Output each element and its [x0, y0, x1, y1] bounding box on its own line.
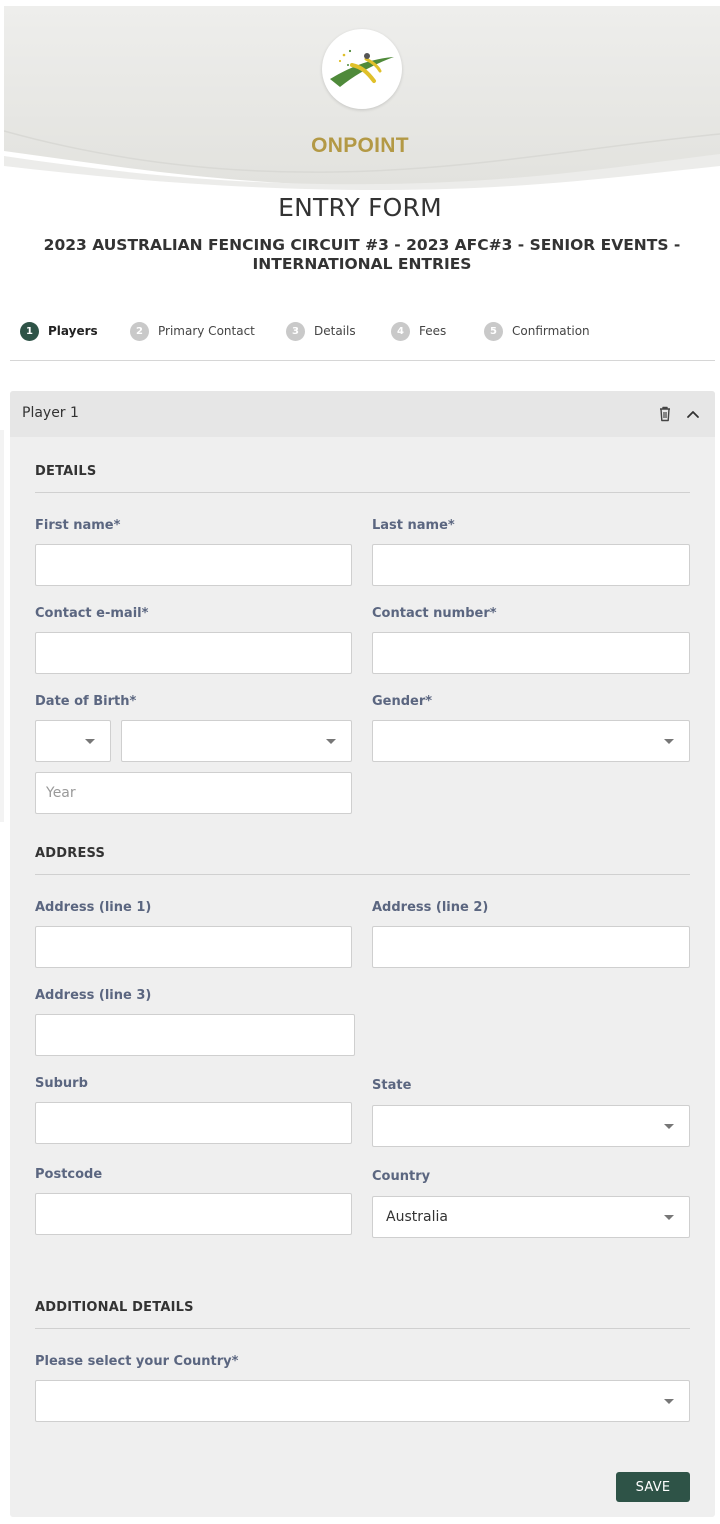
additional-details-heading: ADDITIONAL DETAILS: [35, 1300, 194, 1315]
address-line3-field[interactable]: [35, 1014, 355, 1056]
address-line1-label: Address (line 1): [35, 900, 152, 915]
caret-down-icon: [85, 739, 95, 744]
brand-name: ONPOINT: [311, 134, 409, 157]
address-line1-field[interactable]: [35, 926, 352, 968]
select-country-label: Please select your Country*: [35, 1354, 239, 1369]
save-button[interactable]: SAVE: [616, 1472, 690, 1502]
caret-down-icon: [664, 1399, 674, 1404]
dob-year-field[interactable]: [35, 772, 352, 814]
country-label: Country: [372, 1169, 431, 1184]
select-country-select[interactable]: [35, 1380, 690, 1422]
player-panel-header[interactable]: Player 1: [10, 391, 715, 437]
step-label: Confirmation: [512, 324, 590, 338]
caret-down-icon: [664, 1215, 674, 1220]
phone-field[interactable]: [372, 632, 690, 674]
address-line3-label: Address (line 3): [35, 988, 152, 1003]
address-line2-field[interactable]: [372, 926, 690, 968]
dob-day-select[interactable]: [35, 720, 111, 762]
chevron-up-icon[interactable]: [684, 405, 702, 423]
additional-details-divider: [35, 1328, 690, 1329]
page-title: ENTRY FORM: [278, 193, 442, 222]
event-title: 2023 AUSTRALIAN FENCING CIRCUIT #3 - 202…: [43, 236, 681, 273]
step-label: Fees: [419, 324, 447, 338]
step-number: 2: [130, 321, 149, 341]
onpoint-logo-icon: [322, 29, 402, 109]
email-field[interactable]: [35, 632, 352, 674]
address-heading: ADDRESS: [35, 846, 106, 861]
step-number: 4: [391, 321, 410, 341]
page-header: ONPOINT: [0, 0, 720, 190]
player-panel: Player 1 DETAILS First name* Last name* …: [10, 391, 715, 1517]
state-select[interactable]: [372, 1105, 690, 1147]
caret-down-icon: [664, 1124, 674, 1129]
postcode-label: Postcode: [35, 1167, 103, 1182]
step-number: 3: [286, 321, 305, 341]
trash-icon[interactable]: [655, 404, 675, 424]
last-name-label: Last name*: [372, 518, 455, 533]
side-strip: [0, 430, 4, 822]
step-number: 5: [484, 321, 503, 341]
details-divider: [35, 492, 690, 493]
country-value: Australia: [386, 1209, 448, 1225]
step-players[interactable]: 1 Players: [20, 320, 98, 342]
first-name-field[interactable]: [35, 544, 352, 586]
player-title: Player 1: [22, 405, 79, 421]
step-primary-contact[interactable]: 2 Primary Contact: [130, 320, 255, 342]
address-line2-label: Address (line 2): [372, 900, 489, 915]
email-label: Contact e-mail*: [35, 606, 149, 621]
caret-down-icon: [326, 739, 336, 744]
postcode-field[interactable]: [35, 1193, 352, 1235]
suburb-field[interactable]: [35, 1102, 352, 1144]
step-label: Details: [314, 324, 356, 338]
details-heading: DETAILS: [35, 464, 97, 479]
phone-label: Contact number*: [372, 606, 497, 621]
dob-month-select[interactable]: [121, 720, 352, 762]
last-name-field[interactable]: [372, 544, 690, 586]
step-label: Primary Contact: [158, 324, 255, 338]
first-name-label: First name*: [35, 518, 121, 533]
step-fees[interactable]: 4 Fees: [391, 320, 446, 342]
step-details[interactable]: 3 Details: [286, 320, 356, 342]
progress-stepper: 1 Players 2 Primary Contact 3 Details 4 …: [20, 320, 700, 342]
step-label: Players: [48, 324, 98, 338]
suburb-label: Suburb: [35, 1076, 88, 1091]
gender-select[interactable]: [372, 720, 690, 762]
step-number: 1: [20, 321, 39, 341]
stepper-divider: [10, 360, 715, 361]
address-divider: [35, 874, 690, 875]
step-confirmation[interactable]: 5 Confirmation: [484, 320, 590, 342]
gender-label: Gender*: [372, 694, 433, 709]
country-select[interactable]: Australia: [372, 1196, 690, 1238]
state-label: State: [372, 1078, 412, 1093]
dob-label: Date of Birth*: [35, 694, 137, 709]
caret-down-icon: [664, 739, 674, 744]
